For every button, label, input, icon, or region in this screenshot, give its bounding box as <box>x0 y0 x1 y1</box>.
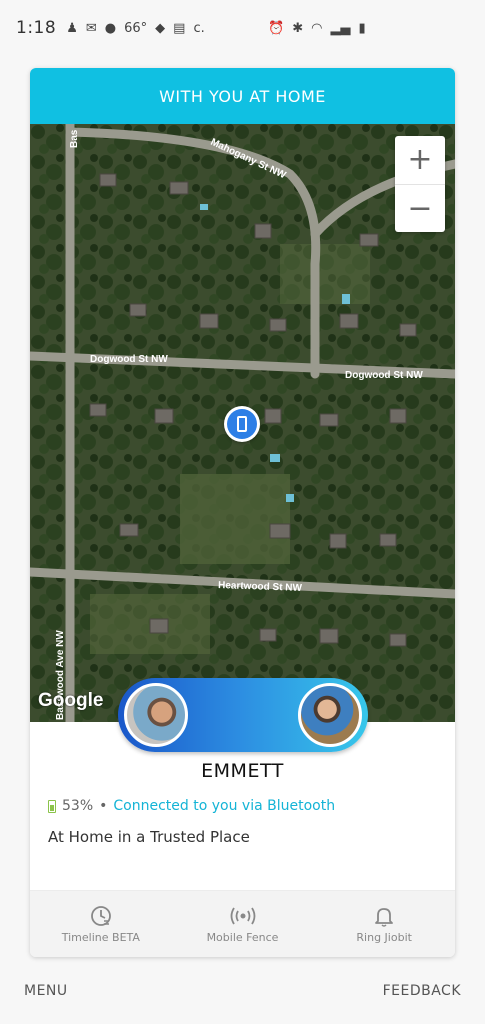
notification-icons: ♟ ✉ ● 66° ◆ ▤ c. <box>66 21 205 36</box>
chat-icon: ● <box>104 20 117 36</box>
phone-marker-icon <box>227 409 257 439</box>
footer-bar: MENU FEEDBACK <box>0 980 485 1004</box>
location-status: At Home in a Trusted Place <box>48 828 250 846</box>
map-view[interactable]: Mahogany St NW Dogwood St NW Dogwood St … <box>30 124 455 722</box>
feedback-button[interactable]: FEEDBACK <box>383 983 461 999</box>
battery-percent: 53% <box>62 798 94 814</box>
nav-ring-jiobit-label: Ring Jiobit <box>356 930 412 944</box>
clipboard-icon: ▤ <box>173 20 186 36</box>
status-separator: • <box>99 798 108 814</box>
status-time: 1:18 <box>16 18 57 38</box>
header-title: WITH YOU AT HOME <box>159 86 326 106</box>
child-name: EMMETT <box>201 760 284 782</box>
connection-status: Connected to you via Bluetooth <box>113 798 336 814</box>
menu-button[interactable]: MENU <box>24 983 68 999</box>
wifi-icon: ◠ <box>311 20 323 36</box>
google-attribution: Google <box>38 690 104 711</box>
zoom-controls: + − <box>395 136 445 232</box>
nav-ring-jiobit[interactable]: Ring Jiobit <box>313 891 455 957</box>
battery-status-icon: ▮ <box>358 20 366 36</box>
zoom-out-button[interactable]: − <box>395 185 445 233</box>
status-bar: 1:18 ♟ ✉ ● 66° ◆ ▤ c. ⏰ ✱ ◠ ▂▄ ▮ <box>0 0 485 56</box>
alarm-icon: ⏰ <box>268 20 285 36</box>
person-alert-icon: ♟ <box>66 20 78 36</box>
street-label-bas: Bas <box>69 129 80 148</box>
bell-icon <box>375 907 394 927</box>
battery-icon <box>48 799 56 813</box>
tag-icon: ◆ <box>155 20 166 36</box>
card-bottom-nav: Timeline BETA Mobile Fence Ring Jiobit <box>30 890 455 957</box>
mail-icon: ✉ <box>85 20 97 36</box>
nav-mobile-fence[interactable]: Mobile Fence <box>172 891 314 957</box>
temperature-text: 66° <box>124 20 148 36</box>
street-label-dogwood-right: Dogwood St NW <box>345 370 423 381</box>
device-location-pin[interactable] <box>224 406 260 442</box>
phone-icon <box>237 416 247 432</box>
child-status-card: WITH YOU AT HOME Mahogany St NW Dogwood … <box>30 68 455 957</box>
street-label-dogwood-left: Dogwood St NW <box>90 354 168 365</box>
timeline-clock-icon <box>90 905 111 926</box>
nav-timeline-label: Timeline BETA <box>61 930 140 944</box>
zoom-in-button[interactable]: + <box>395 136 445 185</box>
parent-avatar[interactable] <box>124 683 188 747</box>
nav-timeline[interactable]: Timeline BETA <box>30 891 172 957</box>
bluetooth-icon: ✱ <box>292 20 304 36</box>
signal-icon: ▂▄ <box>330 20 351 36</box>
device-status-line: 53% • Connected to you via Bluetooth <box>48 798 335 814</box>
carrier-icon: c. <box>193 20 205 36</box>
broadcast-icon <box>230 907 255 924</box>
child-avatar[interactable] <box>298 683 362 747</box>
card-header: WITH YOU AT HOME <box>30 68 455 124</box>
connection-avatars-pill[interactable] <box>118 678 368 752</box>
nav-mobile-fence-label: Mobile Fence <box>206 930 279 944</box>
system-icons: ⏰ ✱ ◠ ▂▄ ▮ <box>268 21 366 36</box>
